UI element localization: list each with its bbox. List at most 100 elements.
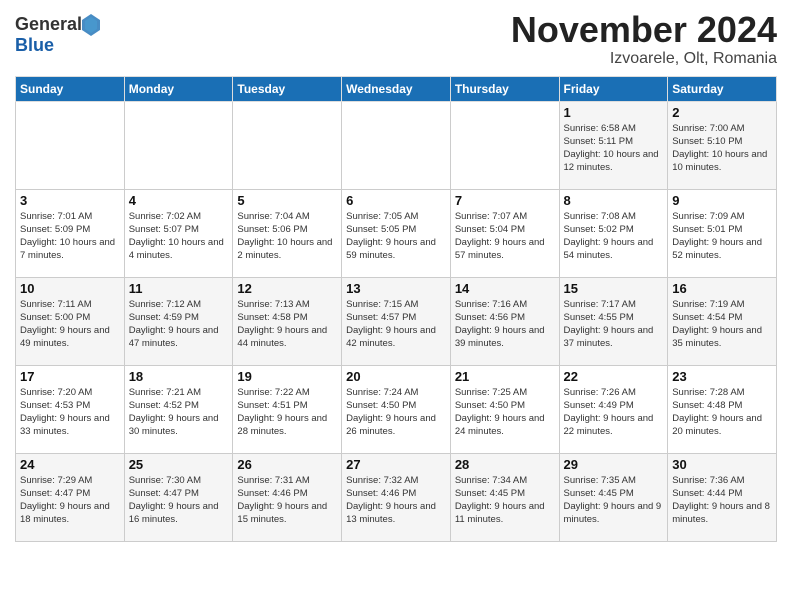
calendar-cell: 9 Sunrise: 7:09 AM Sunset: 5:01 PM Daylig…	[668, 189, 777, 277]
calendar-table: SundayMondayTuesdayWednesdayThursdayFrid…	[15, 76, 777, 542]
day-info: Sunrise: 7:07 AM Sunset: 5:04 PM Dayligh…	[455, 210, 555, 263]
calendar-cell: 22Sunrise: 7:26 AM Sunset: 4:49 PM Dayli…	[559, 365, 668, 453]
day-number: 18	[129, 369, 229, 384]
calendar-week-row: 17Sunrise: 7:20 AM Sunset: 4:53 PM Dayli…	[16, 365, 777, 453]
day-info: Sunrise: 7:17 AM Sunset: 4:55 PM Dayligh…	[564, 298, 664, 351]
day-info: Sunrise: 6:58 AM Sunset: 5:11 PM Dayligh…	[564, 122, 664, 175]
calendar-cell: 6 Sunrise: 7:05 AM Sunset: 5:05 PM Daylig…	[342, 189, 451, 277]
day-number: 11	[129, 281, 229, 296]
month-title: November 2024	[511, 10, 777, 50]
day-info: Sunrise: 7:08 AM Sunset: 5:02 PM Dayligh…	[564, 210, 664, 263]
calendar-cell: 30Sunrise: 7:36 AM Sunset: 4:44 PM Dayli…	[668, 453, 777, 541]
calendar-cell: 2 Sunrise: 7:00 AM Sunset: 5:10 PM Daylig…	[668, 101, 777, 189]
calendar-cell: 24 Sunrise: 7:29 AM Sunset: 4:47 PM Dayli…	[16, 453, 125, 541]
day-number: 26	[237, 457, 337, 472]
calendar-cell	[16, 101, 125, 189]
day-info: Sunrise: 7:36 AM Sunset: 4:44 PM Dayligh…	[672, 474, 772, 527]
day-number: 14	[455, 281, 555, 296]
page-container: General Blue November 2024 Izvoarele, Ol…	[0, 0, 792, 547]
calendar-cell: 10 Sunrise: 7:11 AM Sunset: 5:00 PM Dayli…	[16, 277, 125, 365]
weekday-header: Sunday	[16, 76, 125, 101]
day-info: Sunrise: 7:15 AM Sunset: 4:57 PM Dayligh…	[346, 298, 446, 351]
calendar-week-row: 10 Sunrise: 7:11 AM Sunset: 5:00 PM Dayli…	[16, 277, 777, 365]
calendar-cell: 21 Sunrise: 7:25 AM Sunset: 4:50 PM Dayli…	[450, 365, 559, 453]
day-number: 4	[129, 193, 229, 208]
calendar-cell: 8Sunrise: 7:08 AM Sunset: 5:02 PM Daylig…	[559, 189, 668, 277]
day-number: 23	[672, 369, 772, 384]
calendar-cell	[124, 101, 233, 189]
day-info: Sunrise: 7:29 AM Sunset: 4:47 PM Dayligh…	[20, 474, 120, 527]
day-number: 6	[346, 193, 446, 208]
day-number: 13	[346, 281, 446, 296]
day-info: Sunrise: 7:01 AM Sunset: 5:09 PM Dayligh…	[20, 210, 120, 263]
calendar-cell: 20Sunrise: 7:24 AM Sunset: 4:50 PM Dayli…	[342, 365, 451, 453]
day-info: Sunrise: 7:21 AM Sunset: 4:52 PM Dayligh…	[129, 386, 229, 439]
day-number: 15	[564, 281, 664, 296]
calendar-cell: 23 Sunrise: 7:28 AM Sunset: 4:48 PM Dayli…	[668, 365, 777, 453]
calendar-cell: 5 Sunrise: 7:04 AM Sunset: 5:06 PM Daylig…	[233, 189, 342, 277]
location-subtitle: Izvoarele, Olt, Romania	[511, 50, 777, 68]
day-number: 16	[672, 281, 772, 296]
calendar-cell	[233, 101, 342, 189]
calendar-cell: 19 Sunrise: 7:22 AM Sunset: 4:51 PM Dayli…	[233, 365, 342, 453]
calendar-cell: 28 Sunrise: 7:34 AM Sunset: 4:45 PM Dayli…	[450, 453, 559, 541]
day-number: 25	[129, 457, 229, 472]
day-info: Sunrise: 7:31 AM Sunset: 4:46 PM Dayligh…	[237, 474, 337, 527]
day-info: Sunrise: 7:11 AM Sunset: 5:00 PM Dayligh…	[20, 298, 120, 351]
day-info: Sunrise: 7:22 AM Sunset: 4:51 PM Dayligh…	[237, 386, 337, 439]
weekday-header: Saturday	[668, 76, 777, 101]
title-area: November 2024 Izvoarele, Olt, Romania	[511, 10, 777, 68]
calendar-cell: 27 Sunrise: 7:32 AM Sunset: 4:46 PM Dayli…	[342, 453, 451, 541]
weekday-header: Wednesday	[342, 76, 451, 101]
weekday-header: Friday	[559, 76, 668, 101]
day-number: 5	[237, 193, 337, 208]
day-number: 19	[237, 369, 337, 384]
day-number: 2	[672, 105, 772, 120]
calendar-cell: 29Sunrise: 7:35 AM Sunset: 4:45 PM Dayli…	[559, 453, 668, 541]
logo-general: General	[15, 15, 82, 35]
day-info: Sunrise: 7:16 AM Sunset: 4:56 PM Dayligh…	[455, 298, 555, 351]
day-number: 21	[455, 369, 555, 384]
calendar-cell: 4 Sunrise: 7:02 AM Sunset: 5:07 PM Daylig…	[124, 189, 233, 277]
day-number: 29	[564, 457, 664, 472]
day-number: 3	[20, 193, 120, 208]
calendar-cell: 11 Sunrise: 7:12 AM Sunset: 4:59 PM Dayli…	[124, 277, 233, 365]
day-number: 28	[455, 457, 555, 472]
day-info: Sunrise: 7:34 AM Sunset: 4:45 PM Dayligh…	[455, 474, 555, 527]
day-number: 12	[237, 281, 337, 296]
calendar-cell: 15 Sunrise: 7:17 AM Sunset: 4:55 PM Dayli…	[559, 277, 668, 365]
day-info: Sunrise: 7:09 AM Sunset: 5:01 PM Dayligh…	[672, 210, 772, 263]
logo-icon	[82, 14, 100, 36]
calendar-cell: 18 Sunrise: 7:21 AM Sunset: 4:52 PM Dayli…	[124, 365, 233, 453]
day-number: 7	[455, 193, 555, 208]
calendar-cell: 7 Sunrise: 7:07 AM Sunset: 5:04 PM Daylig…	[450, 189, 559, 277]
calendar-cell: 16 Sunrise: 7:19 AM Sunset: 4:54 PM Dayli…	[668, 277, 777, 365]
day-info: Sunrise: 7:24 AM Sunset: 4:50 PM Dayligh…	[346, 386, 446, 439]
day-number: 9	[672, 193, 772, 208]
calendar-cell: 17Sunrise: 7:20 AM Sunset: 4:53 PM Dayli…	[16, 365, 125, 453]
day-info: Sunrise: 7:05 AM Sunset: 5:05 PM Dayligh…	[346, 210, 446, 263]
day-number: 10	[20, 281, 120, 296]
day-info: Sunrise: 7:25 AM Sunset: 4:50 PM Dayligh…	[455, 386, 555, 439]
day-info: Sunrise: 7:30 AM Sunset: 4:47 PM Dayligh…	[129, 474, 229, 527]
day-info: Sunrise: 7:12 AM Sunset: 4:59 PM Dayligh…	[129, 298, 229, 351]
day-info: Sunrise: 7:02 AM Sunset: 5:07 PM Dayligh…	[129, 210, 229, 263]
calendar-cell: 25 Sunrise: 7:30 AM Sunset: 4:47 PM Dayli…	[124, 453, 233, 541]
day-info: Sunrise: 7:19 AM Sunset: 4:54 PM Dayligh…	[672, 298, 772, 351]
day-number: 27	[346, 457, 446, 472]
calendar-cell: 26 Sunrise: 7:31 AM Sunset: 4:46 PM Dayli…	[233, 453, 342, 541]
calendar-cell	[450, 101, 559, 189]
day-info: Sunrise: 7:20 AM Sunset: 4:53 PM Dayligh…	[20, 386, 120, 439]
day-number: 1	[564, 105, 664, 120]
page-header: General Blue November 2024 Izvoarele, Ol…	[15, 10, 777, 68]
calendar-cell: 3 Sunrise: 7:01 AM Sunset: 5:09 PM Daylig…	[16, 189, 125, 277]
logo: General Blue	[15, 14, 100, 56]
day-info: Sunrise: 7:00 AM Sunset: 5:10 PM Dayligh…	[672, 122, 772, 175]
weekday-header: Monday	[124, 76, 233, 101]
weekday-header: Thursday	[450, 76, 559, 101]
calendar-cell: 14 Sunrise: 7:16 AM Sunset: 4:56 PM Dayli…	[450, 277, 559, 365]
day-number: 24	[20, 457, 120, 472]
day-info: Sunrise: 7:32 AM Sunset: 4:46 PM Dayligh…	[346, 474, 446, 527]
day-info: Sunrise: 7:28 AM Sunset: 4:48 PM Dayligh…	[672, 386, 772, 439]
day-info: Sunrise: 7:04 AM Sunset: 5:06 PM Dayligh…	[237, 210, 337, 263]
